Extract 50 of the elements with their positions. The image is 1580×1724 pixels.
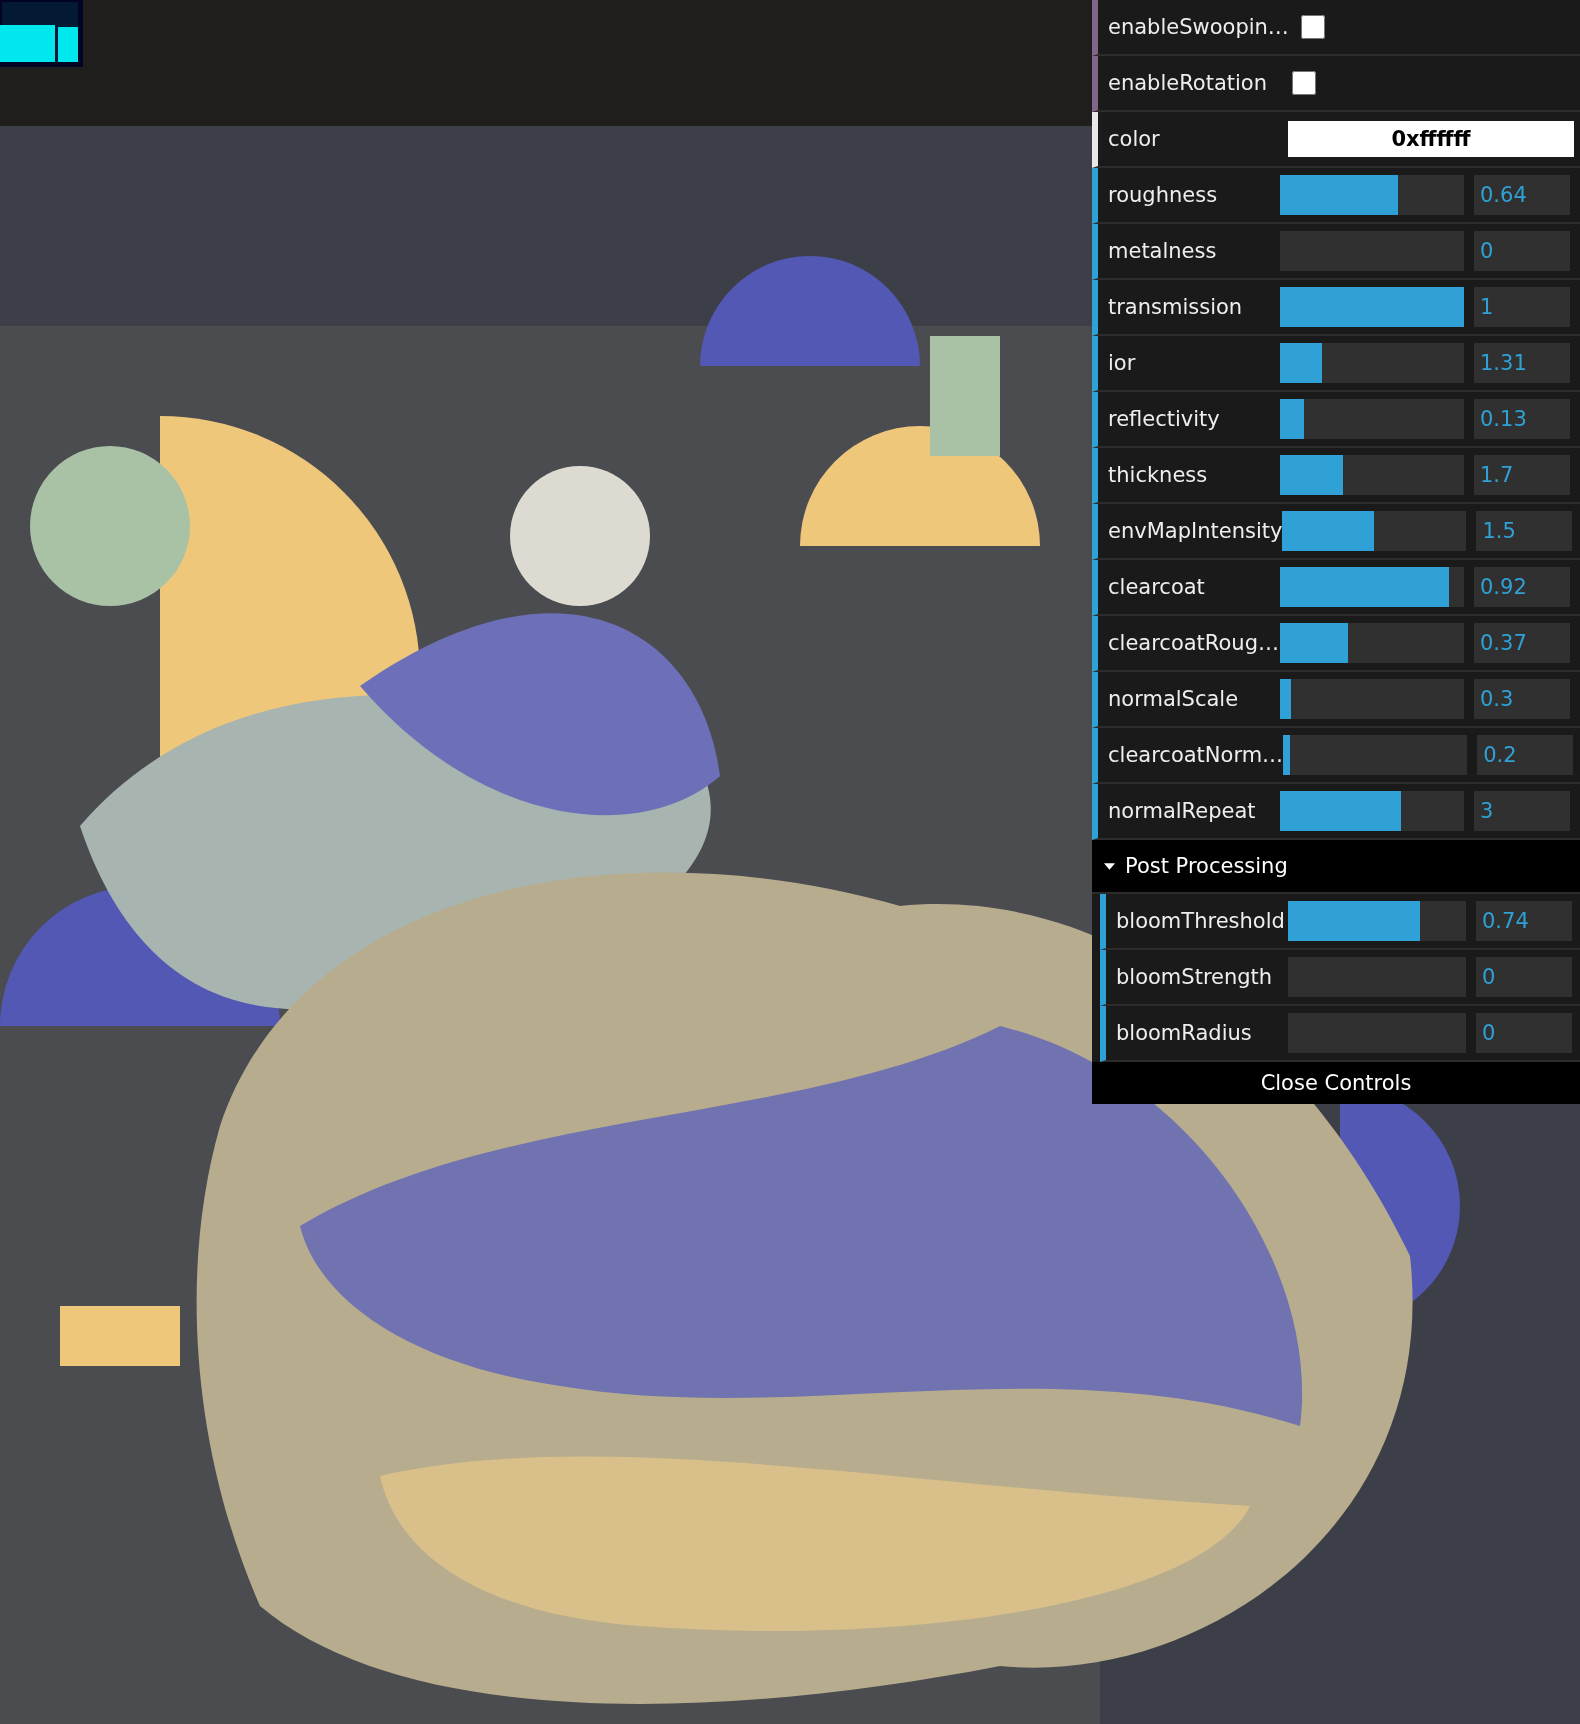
number-field[interactable]: 1.7 [1474, 455, 1570, 495]
checkbox[interactable] [1292, 71, 1316, 95]
slider[interactable] [1282, 511, 1467, 551]
control-label: clearcoatNorm… [1108, 743, 1284, 767]
control-label: thickness [1108, 463, 1209, 487]
number-field[interactable]: 1 [1474, 287, 1570, 327]
slider[interactable] [1280, 455, 1464, 495]
caret-icon [1104, 860, 1115, 872]
slider[interactable] [1283, 735, 1468, 775]
slider[interactable] [1280, 791, 1464, 831]
control-label: ior [1108, 351, 1137, 375]
folder-header[interactable]: Post Processing [1092, 840, 1580, 894]
number-field[interactable]: 0 [1474, 231, 1570, 271]
slider[interactable] [1280, 399, 1464, 439]
number-field[interactable]: 0.37 [1474, 623, 1570, 663]
control-label: enableSwoopin… [1108, 15, 1289, 39]
control-label: transmission [1108, 295, 1244, 319]
control-label: clearcoat [1108, 575, 1206, 599]
slider[interactable] [1280, 679, 1464, 719]
control-label: enableRotation [1108, 71, 1268, 95]
number-field[interactable]: 3 [1474, 791, 1570, 831]
control-label: metalness [1108, 239, 1218, 263]
number-field[interactable]: 0 [1476, 957, 1572, 997]
number-field[interactable]: 0.3 [1474, 679, 1570, 719]
control-label: color [1108, 127, 1161, 151]
number-field[interactable]: 0.2 [1477, 735, 1574, 775]
number-field[interactable]: 1.31 [1474, 343, 1570, 383]
color-field[interactable]: 0xffffff [1288, 121, 1574, 157]
slider[interactable] [1280, 175, 1464, 215]
checkbox[interactable] [1300, 15, 1325, 39]
control-label: reflectivity [1108, 407, 1221, 431]
number-field[interactable]: 0 [1476, 1013, 1572, 1053]
slider[interactable] [1280, 343, 1464, 383]
control-label: roughness [1108, 183, 1219, 207]
number-field[interactable]: 0.74 [1476, 901, 1572, 941]
control-label: clearcoatRoug… [1108, 631, 1280, 655]
control-label: normalRepeat [1108, 799, 1257, 823]
slider[interactable] [1288, 901, 1466, 941]
control-label: bloomStrength [1116, 965, 1274, 989]
number-field[interactable]: 0.13 [1474, 399, 1570, 439]
number-field[interactable]: 0.64 [1474, 175, 1570, 215]
control-label: bloomRadius [1116, 1021, 1253, 1045]
control-label: normalScale [1108, 687, 1240, 711]
close-controls-button[interactable]: Close Controls [1092, 1062, 1580, 1104]
control-label: bloomThreshold [1116, 909, 1286, 933]
number-field[interactable]: 1.5 [1476, 511, 1573, 551]
slider[interactable] [1280, 623, 1464, 663]
control-label: envMapIntensity [1108, 519, 1283, 543]
slider[interactable] [1280, 287, 1464, 327]
number-field[interactable]: 0.92 [1474, 567, 1570, 607]
